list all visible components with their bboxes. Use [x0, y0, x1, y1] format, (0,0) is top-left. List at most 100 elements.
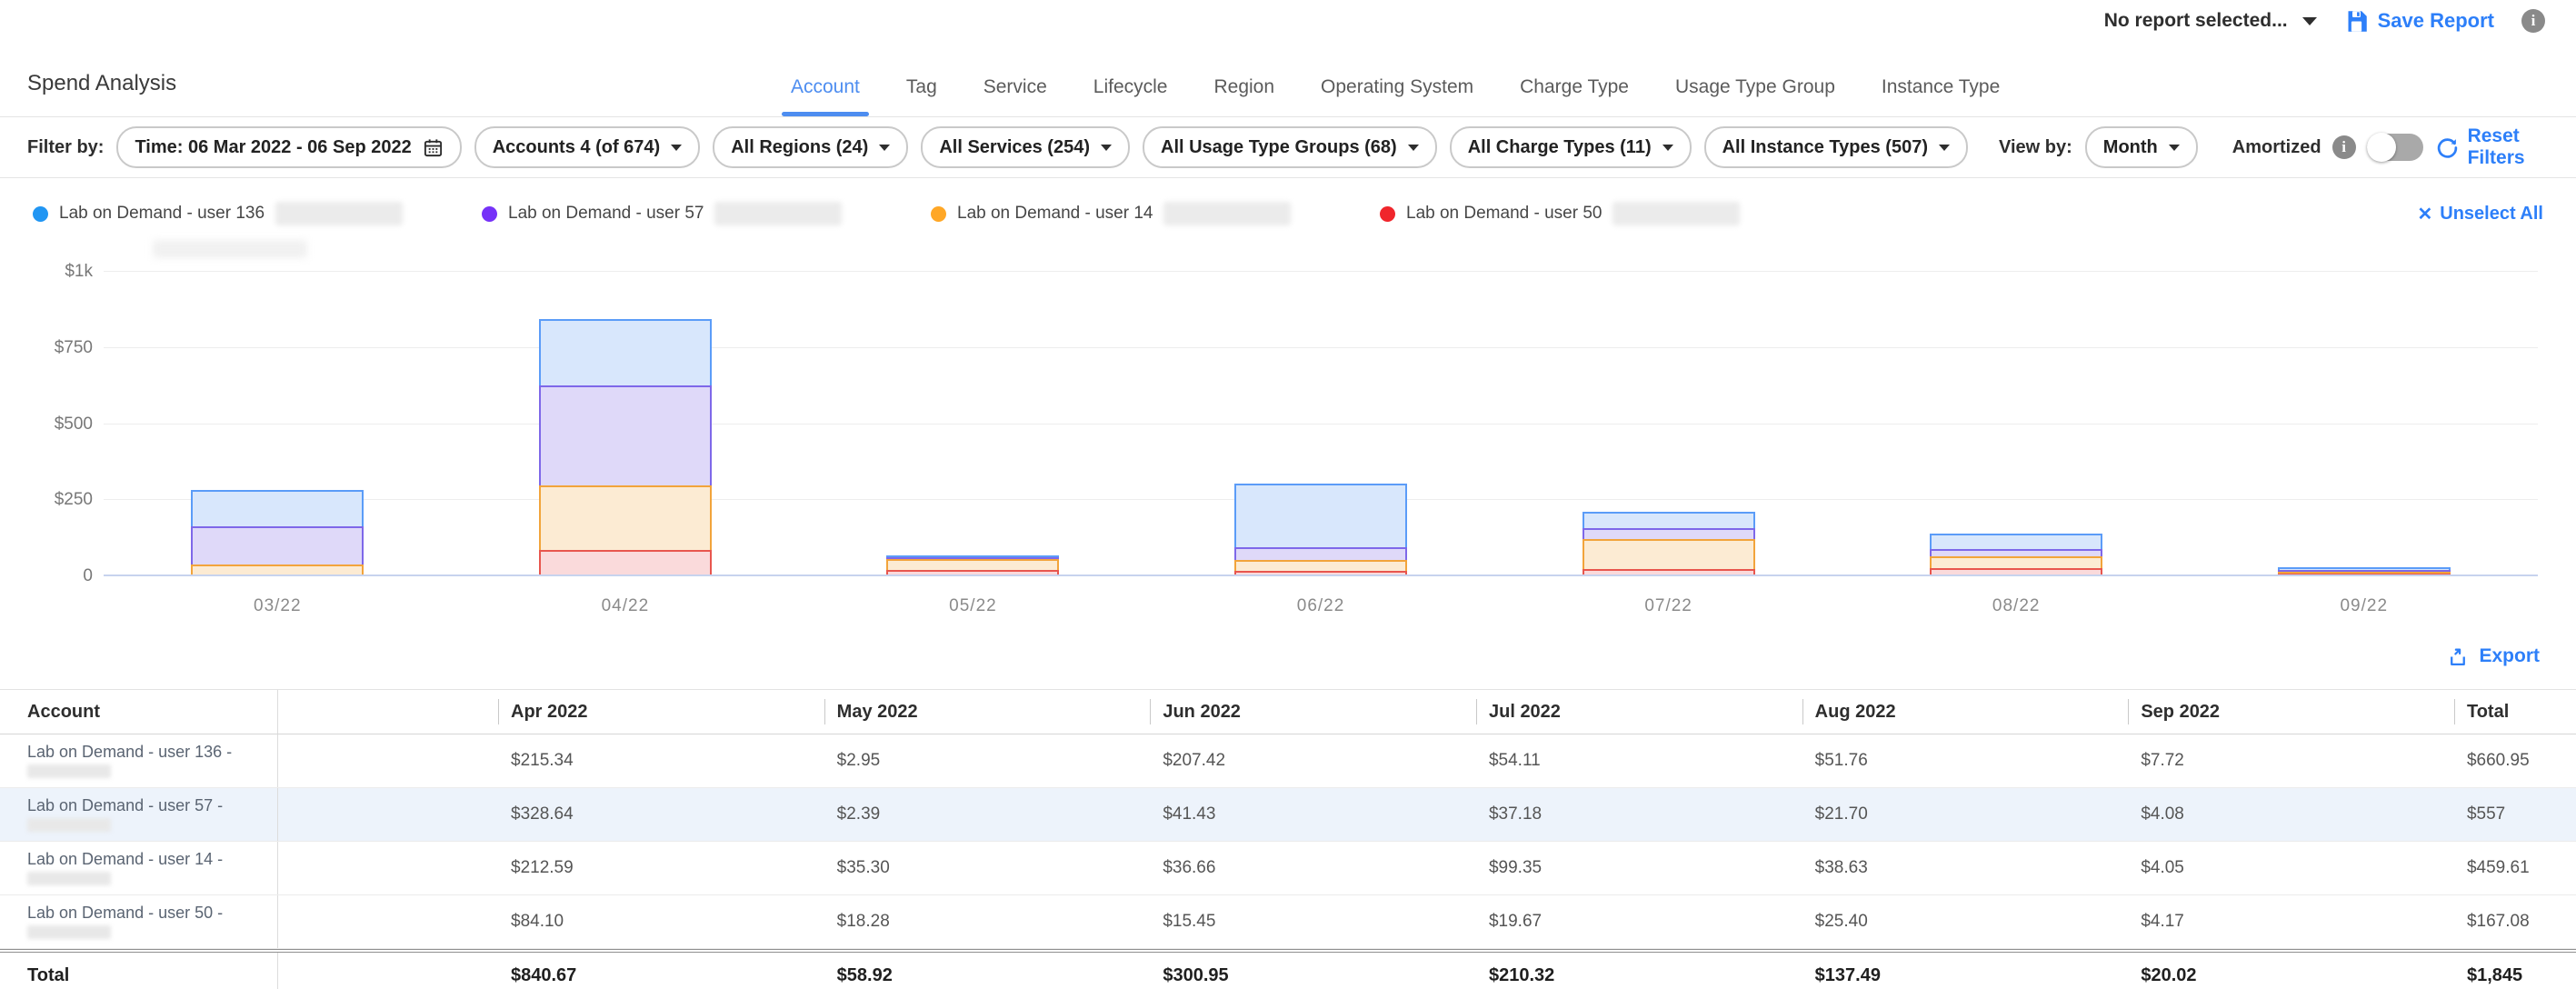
bar-segment-lab-on-demand-user-57[interactable]: [191, 526, 364, 564]
x-axis-tick: 07/22: [1494, 596, 1842, 616]
bar-segment-lab-on-demand-user-57[interactable]: [1583, 528, 1755, 539]
bar-segment-lab-on-demand-user-57[interactable]: [539, 385, 712, 485]
filter-bar: Filter by: Time: 06 Mar 2022 - 06 Sep 20…: [0, 117, 2576, 178]
total-value-cell: $58.92: [824, 953, 1151, 989]
unselect-all-button[interactable]: ✕ Unselect All: [2417, 203, 2543, 225]
legend-dot: [1380, 206, 1395, 222]
stacked-bar[interactable]: [1583, 512, 1755, 575]
legend-label: Lab on Demand - user 50: [1406, 204, 1602, 224]
bar-segment-lab-on-demand-user-14[interactable]: [539, 485, 712, 550]
spend-analysis-page: No report selected... Save Report i Spen…: [0, 0, 2576, 989]
bar-segment-lab-on-demand-user-136[interactable]: [191, 490, 364, 526]
report-selector-dropdown[interactable]: No report selected...: [2104, 10, 2317, 32]
redacted-text: [714, 202, 842, 225]
bar-segment-lab-on-demand-user-136[interactable]: [539, 319, 712, 385]
value-cell: $51.76: [1802, 734, 2129, 787]
time-filter[interactable]: Time: 06 Mar 2022 - 06 Sep 2022: [116, 126, 461, 168]
save-report-button[interactable]: Save Report: [2344, 9, 2494, 34]
chevron-down-icon: [879, 145, 890, 151]
tab-instance-type[interactable]: Instance Type: [1880, 76, 2002, 116]
value-cell: $41.43: [1150, 788, 1476, 841]
row-spacer: [278, 953, 498, 989]
all-services-filter[interactable]: All Services (254): [921, 126, 1130, 168]
redacted-text: [27, 925, 111, 939]
reset-filters-label: Reset Filters: [2468, 125, 2545, 169]
legend-item-lab-on-demand-user-57[interactable]: Lab on Demand - user 57: [482, 202, 931, 225]
tab-region[interactable]: Region: [1212, 76, 1276, 116]
table-row[interactable]: Lab on Demand - user 57 -$328.64$2.39$41…: [0, 788, 2576, 842]
tab-lifecycle[interactable]: Lifecycle: [1092, 76, 1170, 116]
info-icon[interactable]: i: [2332, 135, 2356, 159]
bar-segment-lab-on-demand-user-14[interactable]: [886, 559, 1059, 570]
all-usage-type-groups-filter[interactable]: All Usage Type Groups (68): [1143, 126, 1437, 168]
bar-segment-lab-on-demand-user-136[interactable]: [1583, 512, 1755, 528]
chart-column-03-22: 03/22: [104, 262, 452, 576]
page-title: Spend Analysis: [27, 71, 176, 96]
filter-pill-label: All Services (254): [939, 137, 1090, 158]
tab-usage-type-group[interactable]: Usage Type Group: [1673, 76, 1837, 116]
value-cell: $4.08: [2128, 788, 2454, 841]
tab-bar: Account Tag Service Lifecycle Region Operatin…: [789, 76, 2002, 116]
tab-tag[interactable]: Tag: [904, 76, 939, 116]
stacked-bar[interactable]: [1930, 534, 2102, 575]
legend-item-lab-on-demand-user-14[interactable]: Lab on Demand - user 14: [931, 202, 1380, 225]
value-cell: $84.10: [498, 895, 824, 948]
y-axis-tick: $250: [29, 490, 93, 510]
total-value-cell: $840.67: [498, 953, 824, 989]
bar-segment-lab-on-demand-user-14[interactable]: [1930, 556, 2102, 568]
legend-dot: [33, 206, 48, 222]
table-row[interactable]: Lab on Demand - user 14 -$212.59$35.30$3…: [0, 842, 2576, 895]
bar-segment-lab-on-demand-user-57[interactable]: [1930, 549, 2102, 555]
header-spacer: [278, 690, 498, 734]
bar-segment-lab-on-demand-user-136[interactable]: [1930, 534, 2102, 549]
spend-table: AccountApr 2022May 2022Jun 2022Jul 2022A…: [0, 689, 2576, 989]
value-cell: $212.59: [498, 842, 824, 894]
value-cell: $21.70: [1802, 788, 2129, 841]
stacked-bar[interactable]: [886, 555, 1059, 575]
account-cell: Lab on Demand - user 50 -: [0, 895, 278, 948]
reset-filters-button[interactable]: Reset Filters: [2436, 125, 2545, 169]
all-instance-types-filter[interactable]: All Instance Types (507): [1704, 126, 1968, 168]
bar-segment-lab-on-demand-user-57[interactable]: [1234, 547, 1407, 560]
table-row[interactable]: Lab on Demand - user 50 -$84.10$18.28$15…: [0, 895, 2576, 949]
stacked-bar[interactable]: [191, 490, 364, 575]
total-value-cell: $1,845: [2454, 953, 2576, 989]
view-by-dropdown[interactable]: Month: [2085, 126, 2198, 168]
bar-segment-lab-on-demand-user-136[interactable]: [1234, 484, 1407, 546]
tab-account[interactable]: Account: [789, 76, 862, 116]
top-bar: No report selected... Save Report i: [0, 0, 2576, 42]
redacted-text: [1612, 202, 1740, 225]
all-regions-filter[interactable]: All Regions (24): [713, 126, 908, 168]
spend-chart: $1k$750$500$250003/2204/2205/2206/2207/2…: [27, 249, 2543, 624]
chart-column-09-22: 09/22: [2190, 262, 2538, 576]
chart-column-07-22: 07/22: [1494, 262, 1842, 576]
accounts-4-filter[interactable]: Accounts 4 (of 674): [474, 126, 700, 168]
amortized-toggle[interactable]: [2367, 134, 2423, 161]
x-axis-tick: 03/22: [104, 596, 452, 616]
tab-charge-type[interactable]: Charge Type: [1518, 76, 1631, 116]
bar-segment-lab-on-demand-user-50[interactable]: [539, 550, 712, 575]
value-cell: $54.11: [1476, 734, 1802, 787]
row-spacer: [278, 734, 498, 787]
table-row[interactable]: Lab on Demand - user 136 -$215.34$2.95$2…: [0, 734, 2576, 788]
value-cell: $99.35: [1476, 842, 1802, 894]
legend-item-lab-on-demand-user-136[interactable]: Lab on Demand - user 136: [33, 202, 482, 225]
info-icon[interactable]: i: [2521, 9, 2545, 33]
x-axis-tick: 09/22: [2190, 596, 2538, 616]
filter-pill-label: All Regions (24): [731, 137, 868, 158]
value-cell: $660.95: [2454, 734, 2576, 787]
stacked-bar[interactable]: [1234, 484, 1407, 575]
bar-segment-lab-on-demand-user-14[interactable]: [1583, 539, 1755, 569]
legend-item-lab-on-demand-user-50[interactable]: Lab on Demand - user 50: [1380, 202, 1829, 225]
bar-segment-lab-on-demand-user-14[interactable]: [1234, 560, 1407, 571]
all-charge-types-filter[interactable]: All Charge Types (11): [1450, 126, 1692, 168]
value-cell: $37.18: [1476, 788, 1802, 841]
value-cell: $167.08: [2454, 895, 2576, 948]
export-button[interactable]: Export: [2447, 645, 2540, 668]
stacked-bar[interactable]: [539, 319, 712, 575]
tab-service[interactable]: Service: [982, 76, 1049, 116]
filter-pill-label: All Usage Type Groups (68): [1161, 137, 1397, 158]
filter-pill-label: All Charge Types (11): [1468, 137, 1652, 158]
tab-operating-system[interactable]: Operating System: [1319, 76, 1475, 116]
gridline: [104, 574, 2538, 576]
